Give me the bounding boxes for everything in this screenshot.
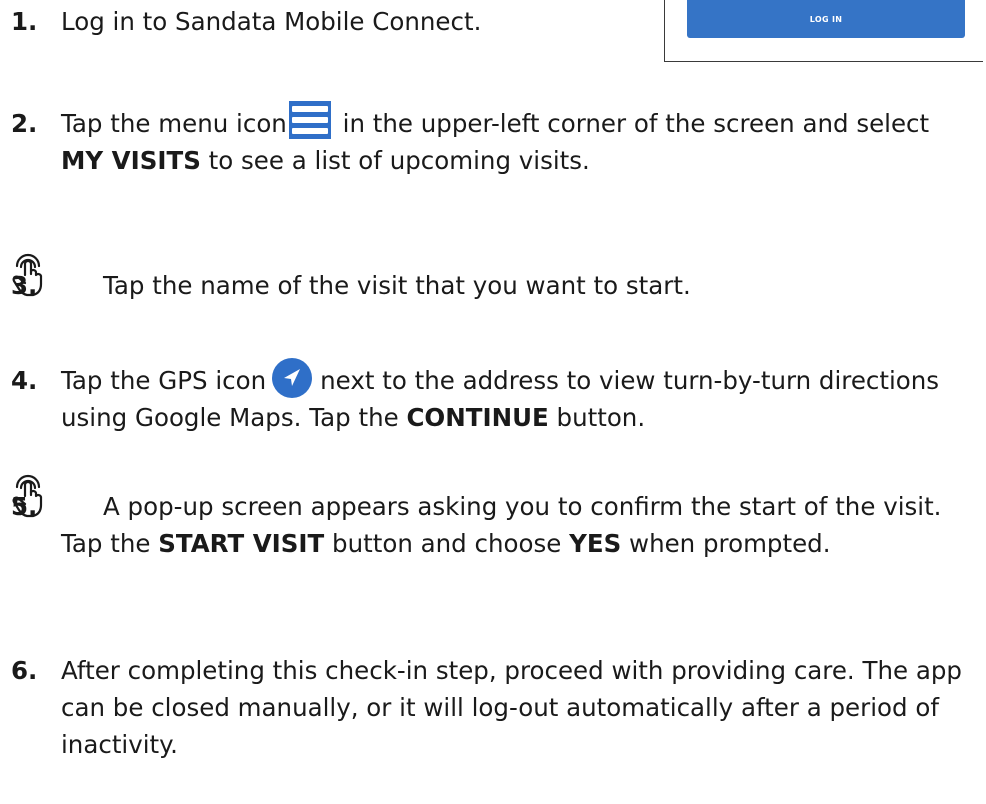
tap-gesture-icon: [12, 474, 95, 518]
step-body: Log in to Sandata Mobile Connect.: [61, 7, 482, 36]
step-3: 3. Tap the name of the visit that you wan…: [11, 250, 976, 304]
step-5: 5. A pop-up screen appears asking you to …: [11, 471, 976, 562]
step-1-text: 1. Log in to Sandata Mobile Connect.: [11, 3, 976, 40]
step-5-text: 5. A pop-up screen appears asking you to …: [11, 471, 976, 562]
step-body-mid: button and choose: [324, 529, 570, 558]
step-4: 4. Tap the GPS icon next to the address to…: [11, 358, 976, 436]
step-number: 2.: [11, 109, 38, 138]
step-number: 1.: [11, 7, 38, 36]
step-body-tail: when prompted.: [621, 529, 831, 558]
step-body-lead: Tap the menu icon: [61, 109, 287, 138]
step-body-tail: to see a list of upcoming visits.: [200, 146, 590, 175]
step-3-text: 3. Tap the name of the visit that you wan…: [11, 250, 976, 304]
step-2: 2. Tap the menu icon in the upper-left co…: [11, 101, 976, 179]
step-body: After completing this check-in step, pro…: [61, 656, 962, 759]
step-body-mid: in the upper-left corner of the screen a…: [334, 109, 930, 138]
step-body-lead: Tap the GPS icon: [61, 366, 267, 395]
step-2-text: 2. Tap the menu icon in the upper-left co…: [11, 101, 976, 179]
step-6-text: 6. After completing this check-in step, p…: [11, 652, 976, 763]
gps-navigation-icon: [272, 358, 313, 398]
keyword-my-visits: MY VISITS: [61, 146, 201, 175]
step-body: Tap the name of the visit that you want …: [103, 271, 691, 300]
step-number: 4.: [11, 366, 38, 395]
step-body-tail: button.: [548, 403, 646, 432]
step-number: 6.: [11, 656, 38, 685]
tap-gesture-icon: [12, 253, 95, 297]
keyword-start-visit: START VISIT: [158, 529, 325, 558]
step-1: 1. Log in to Sandata Mobile Connect.: [11, 3, 976, 40]
keyword-yes: YES: [569, 529, 622, 558]
keyword-continue: CONTINUE: [406, 403, 549, 432]
step-4-text: 4. Tap the GPS icon next to the address to…: [11, 358, 976, 436]
menu-icon: [288, 101, 331, 139]
step-6: 6. After completing this check-in step, p…: [11, 652, 976, 763]
